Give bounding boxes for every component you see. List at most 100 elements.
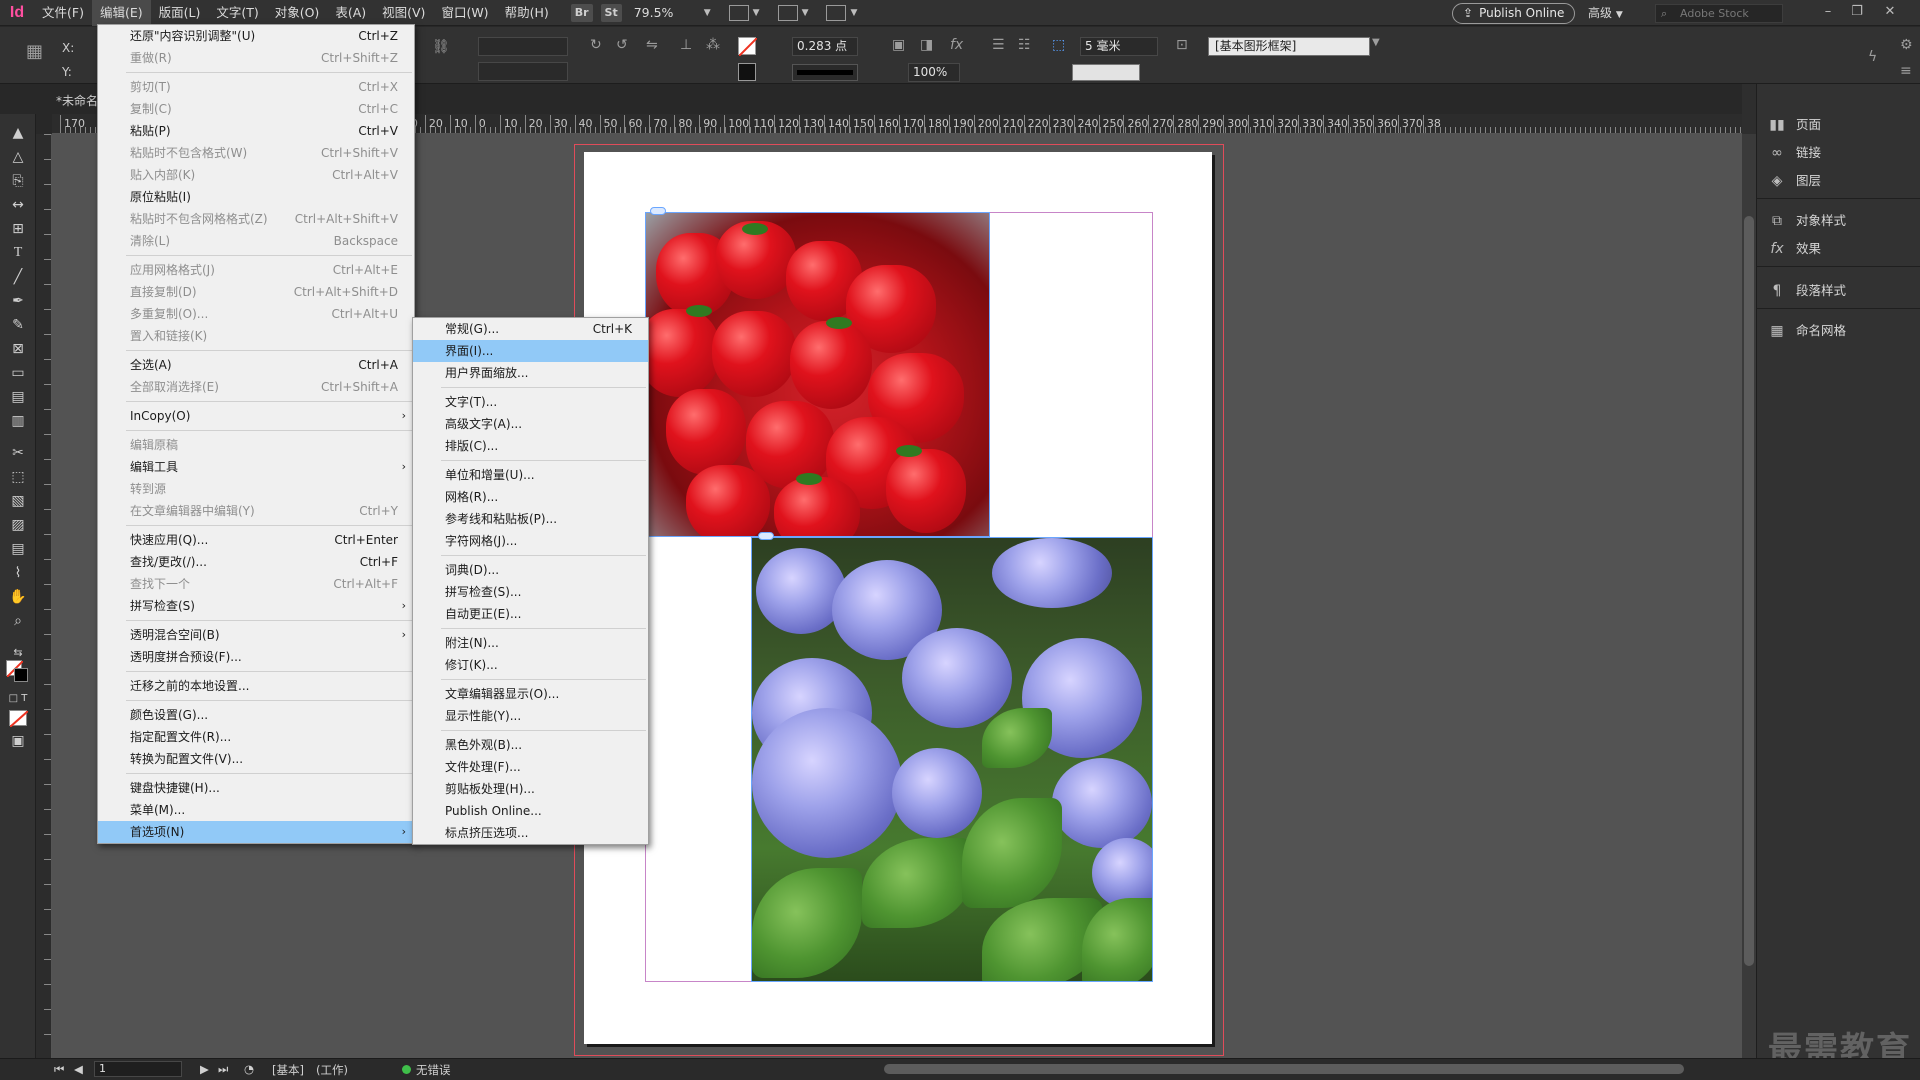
drop-shadow-icon[interactable]: ◨ [920,37,933,53]
document-tab[interactable]: *未命名 [56,92,98,109]
edit-menu-item[interactable]: 置入和链接(K) [98,325,414,347]
select-content-icon[interactable]: ⁂ [706,37,720,53]
edit-menu-item[interactable]: 全选(A) Ctrl+A [98,354,414,376]
edit-menu-item[interactable]: 查找/更改(/)... Ctrl+F [98,551,414,573]
gap-tool-icon[interactable]: ↔ [8,196,28,214]
menu-view[interactable]: 视图(V) [374,0,433,26]
chevron-down-icon[interactable]: ▼ [1372,37,1380,48]
object-style-select[interactable]: [基本图形框架] [1208,37,1370,56]
gradient-feather-tool-icon[interactable]: ▨ [8,516,28,534]
frame-anchor-handle[interactable] [758,532,774,540]
zoom-level[interactable]: 79.5% [634,5,704,20]
edit-menu-item[interactable]: 粘贴(P) Ctrl+V [98,120,414,142]
edit-menu-item[interactable]: 颜色设置(G)... [98,704,414,726]
edit-menu-item[interactable]: 原位粘贴(I) [98,186,414,208]
status-mode[interactable]: (工作) [316,1062,348,1078]
bridge-button[interactable]: Br [570,3,593,22]
edit-menu-item[interactable]: 全部取消选择(E) Ctrl+Shift+A [98,376,414,398]
restore-button[interactable]: ❐ [1843,0,1871,26]
edit-menu-item[interactable]: 菜单(M)... [98,799,414,821]
close-button[interactable]: ✕ [1876,0,1904,26]
vertical-ruler[interactable] [36,134,52,1058]
gear-icon[interactable]: ⚙ [1900,37,1913,53]
pen-tool-icon[interactable]: ✒ [8,292,28,310]
free-transform-tool-icon[interactable]: ⬚ [8,468,28,486]
content-collector-icon[interactable]: ⊞ [8,220,28,238]
frame-anchor-handle[interactable] [650,207,666,215]
formatting-affects-container-icon[interactable]: □ T [8,690,28,708]
preferences-menu-item[interactable]: 常规(G)... Ctrl+K [413,318,648,340]
line-tool-icon[interactable]: ╱ [8,268,28,286]
minimize-button[interactable]: – [1814,0,1842,26]
preferences-menu-item[interactable]: 排版(C)... [413,435,648,457]
rectangle-tool-icon[interactable]: ▭ [8,364,28,382]
fx-effects-icon[interactable]: fx [950,37,963,53]
edit-menu-item[interactable]: 转换为配置文件(V)... [98,748,414,770]
edit-menu-item[interactable]: 拼写检查(S) › [98,595,414,617]
flip-horizontal-icon[interactable]: ⇋ [646,37,658,53]
preferences-menu-item[interactable]: 修订(K)... [413,654,648,676]
preferences-menu-item[interactable]: 文章编辑器显示(O)... [413,683,648,705]
screen-mode-icon[interactable]: ▣ [8,732,28,750]
preferences-menu-item[interactable]: 附注(N)... [413,632,648,654]
select-container-icon[interactable]: ⊥ [680,37,692,53]
direct-selection-tool-icon[interactable]: △ [8,148,28,166]
stroke-color-swatch[interactable] [738,63,756,81]
lightning-icon[interactable]: ϟ [1868,49,1877,65]
vertical-scroll-thumb[interactable] [1744,216,1754,966]
auto-fit-icon[interactable]: ⬚ [1052,37,1065,53]
edit-menu-item[interactable]: 转到源 [98,478,414,500]
preferences-menu-item[interactable]: 文字(T)... [413,391,648,413]
preferences-menu-item[interactable]: 界面(I)... [413,340,648,362]
edit-menu-item[interactable]: 剪切(T) Ctrl+X [98,76,414,98]
edit-menu-item[interactable]: 应用网格格式(J) Ctrl+Alt+E [98,259,414,281]
preferences-menu-item[interactable]: 显示性能(Y)... [413,705,648,727]
vertical-grid-tool-icon[interactable]: ▥ [8,412,28,430]
panel-links[interactable]: ∞ 链接 [1756,140,1920,166]
first-page-icon[interactable]: ⏮ [54,1062,64,1077]
preferences-menu-item[interactable]: 拼写检查(S)... [413,581,648,603]
opacity-field[interactable]: 100% [908,63,960,82]
preferences-menu-item[interactable]: 自动更正(E)... [413,603,648,625]
strawberry-image-frame[interactable] [645,212,990,537]
preferences-menu-item[interactable]: Publish Online... [413,800,648,822]
publish-online-button[interactable]: ⇪ Publish Online [1452,3,1576,24]
preferences-menu-item[interactable]: 标点挤压选项... [413,822,648,844]
view-options-caret-icon[interactable]: ▼ [753,8,760,18]
eyedropper-tool-icon[interactable]: ⌇ [8,564,28,582]
edit-menu-item[interactable]: 在文章编辑器中编辑(Y) Ctrl+Y [98,500,414,522]
edit-menu-item[interactable]: 迁移之前的本地设置... [98,675,414,697]
last-page-icon[interactable]: ⏭ [218,1062,228,1077]
workspace-switcher[interactable]: 高级 ▼ [1588,0,1623,26]
rectangle-frame-tool-icon[interactable]: ⊠ [8,340,28,358]
align-left-icon[interactable]: ☰ [992,37,1005,53]
width-field[interactable] [478,37,568,56]
menu-window[interactable]: 窗口(W) [433,0,496,26]
edit-menu-item[interactable]: 直接复制(D) Ctrl+Alt+Shift+D [98,281,414,303]
panel-pages[interactable]: ▮▮ 页面 [1756,112,1920,138]
stroke-swatch[interactable] [14,668,28,682]
height-field[interactable] [478,62,568,81]
panel-paragraph-styles[interactable]: ¶ 段落样式 [1756,278,1920,304]
apply-none-button[interactable] [9,710,29,728]
next-page-icon[interactable]: ▶ [200,1062,209,1076]
page-tool-icon[interactable]: ⎘ [8,172,28,190]
align-center-icon[interactable]: ☷ [1018,37,1031,53]
edit-menu-item[interactable]: 粘贴时不包含网格格式(Z) Ctrl+Alt+Shift+V [98,208,414,230]
edit-menu-item[interactable]: 指定配置文件(R)... [98,726,414,748]
edit-menu-item[interactable]: 编辑原稿 [98,434,414,456]
rotate-cw-icon[interactable]: ↻ [590,37,602,53]
fill-swatch-preview[interactable] [1072,64,1140,81]
stock-button[interactable]: St [600,3,622,22]
edit-menu-item[interactable]: 首选项(N) › [98,821,414,843]
menu-type[interactable]: 文字(T) [208,0,266,26]
panel-named-grids[interactable]: ▦ 命名网格 [1756,318,1920,344]
panel-menu-icon[interactable]: ≡ [1900,63,1912,79]
edit-menu-item[interactable]: 清除(L) Backspace [98,230,414,252]
edit-menu-item[interactable]: InCopy(O) › [98,405,414,427]
prev-page-icon[interactable]: ◀ [74,1062,83,1076]
type-tool-icon[interactable]: T [8,244,28,262]
edit-menu-item[interactable]: 透明度拼合预设(F)... [98,646,414,668]
edit-menu-item[interactable]: 粘贴时不包含格式(W) Ctrl+Shift+V [98,142,414,164]
horizontal-scroll-thumb[interactable] [884,1064,1684,1074]
